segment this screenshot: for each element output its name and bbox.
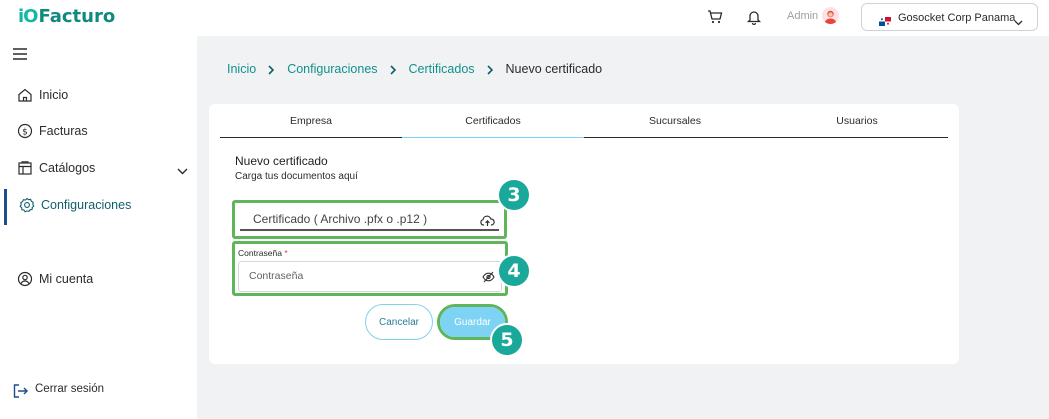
sidebar-item-label: Mi cuenta [39,272,94,286]
file-upload-highlight: Certificado ( Archivo .pfx o .p12 ) [232,200,507,239]
chevron-right-icon [486,64,495,75]
avatar[interactable] [822,7,839,24]
sidebar-item-configuraciones[interactable]: Configuraciones [0,190,197,220]
sidebar-item-catalogos[interactable]: Catálogos [0,153,197,183]
breadcrumb: Inicio Configuraciones Certificados Nuev… [227,62,602,76]
logout-icon [13,384,29,403]
step-badge-4: 4 [497,254,531,288]
cancel-button[interactable]: Cancelar [365,304,433,340]
breadcrumb-current: Nuevo certificado [505,62,603,76]
step-badge-3: 3 [497,178,531,212]
app-logo[interactable]: iO Facturo [18,5,115,27]
content-card: Empresa Certificados Sucursales Usuarios… [209,104,959,364]
file-upload-field[interactable]: Certificado ( Archivo .pfx o .p12 ) [240,206,499,231]
logo-mark: iO [18,5,39,27]
form-subtitle: Carga tus documentos aquí [235,171,358,182]
sidebar-item-facturas[interactable]: $ Facturas [0,116,197,146]
sidebar-item-inicio[interactable]: Inicio [0,80,197,110]
svg-text:$: $ [22,127,28,137]
tab-empresa[interactable]: Empresa [220,112,402,137]
user-label: Admin [787,10,819,22]
cart-icon[interactable] [706,8,724,26]
tab-usuarios[interactable]: Usuarios [766,112,948,137]
chevron-right-icon [389,64,398,75]
chevron-down-icon [1014,13,1023,31]
logout-label: Cerrar sesión [35,383,105,395]
password-field[interactable] [238,261,502,292]
tab-sucursales[interactable]: Sucursales [584,112,766,137]
user-circle-icon [17,271,33,287]
tab-certificados[interactable]: Certificados [402,112,584,138]
dollar-circle-icon: $ [17,123,33,139]
sidebar-item-label: Configuraciones [41,198,132,212]
company-selector[interactable]: Gosocket Corp Panama [861,3,1038,31]
form-title: Nuevo certificado [235,154,328,168]
file-upload-placeholder: Certificado ( Archivo .pfx o .p12 ) [253,212,428,226]
chevron-down-icon[interactable] [177,162,188,180]
bell-icon[interactable] [745,8,763,26]
panama-flag-icon [879,13,891,26]
breadcrumb-inicio[interactable]: Inicio [227,62,256,76]
sidebar: Inicio $ Facturas Catálogos Configuracio… [0,36,197,419]
sidebar-item-mi-cuenta[interactable]: Mi cuenta [0,264,197,294]
chevron-right-icon [267,64,276,75]
sidebar-item-label: Facturas [39,124,88,138]
menu-icon[interactable] [13,47,28,60]
tab-bar: Empresa Certificados Sucursales Usuarios [220,112,948,138]
password-label: Contraseña * [238,248,288,258]
gear-icon [19,197,35,213]
breadcrumb-certificados[interactable]: Certificados [409,62,475,76]
top-bar: iO Facturo Admin Gosocket Corp Panama [0,0,1049,36]
eye-off-icon[interactable] [482,270,495,288]
sidebar-item-label: Catálogos [39,161,96,175]
password-highlight: Contraseña * [232,241,508,296]
breadcrumb-configuraciones[interactable]: Configuraciones [287,62,377,76]
catalog-icon [17,160,33,176]
cloud-upload-icon[interactable] [480,214,495,232]
password-label-text: Contraseña [238,248,282,258]
home-icon [17,87,33,103]
password-input[interactable] [249,270,469,282]
step-badge-5: 5 [490,323,524,357]
sidebar-item-label: Inicio [39,88,69,102]
company-name: Gosocket Corp Panama [898,12,1016,24]
required-mark: * [284,248,288,258]
logo-text: Facturo [38,5,116,27]
